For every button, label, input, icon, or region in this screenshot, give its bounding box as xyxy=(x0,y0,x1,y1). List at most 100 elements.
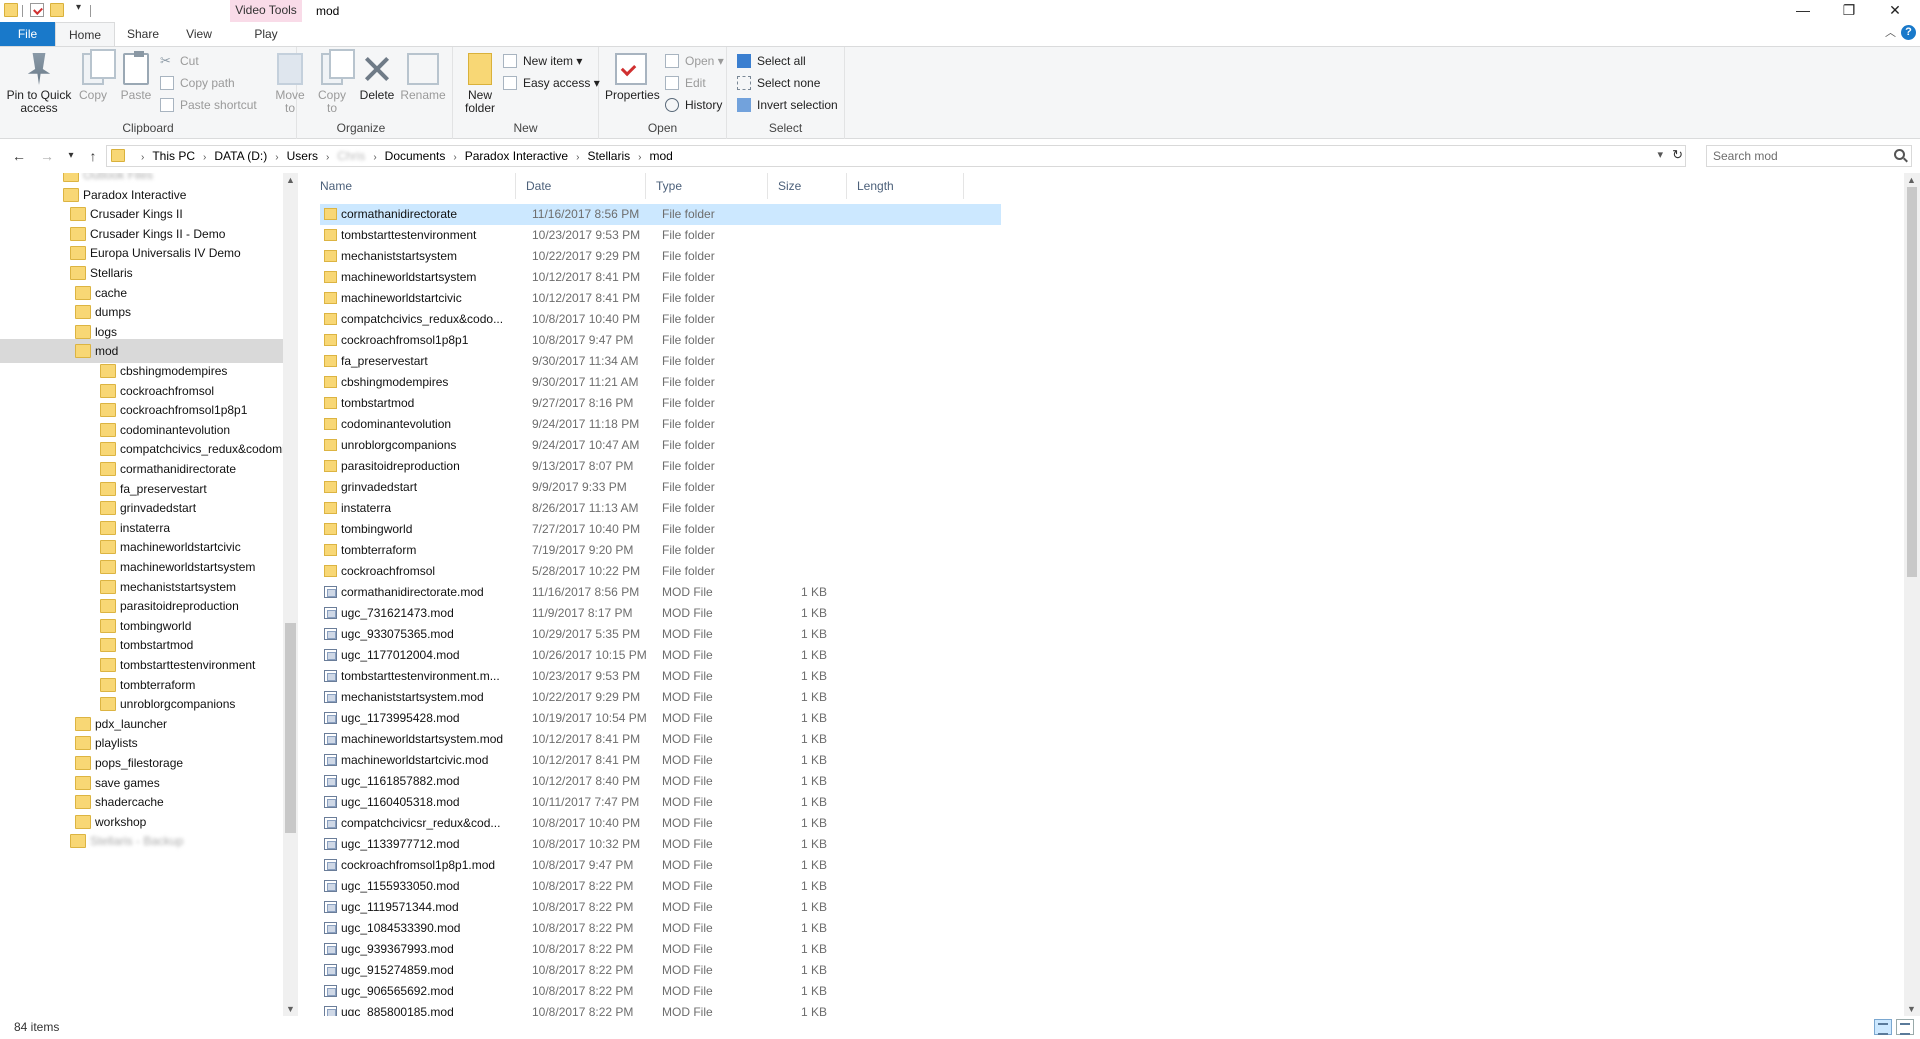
refresh-icon[interactable]: ↻ xyxy=(1672,147,1683,163)
breadcrumb-item[interactable]: Paradox Interactive xyxy=(465,149,568,163)
cut-button[interactable]: ✂ Cut xyxy=(160,51,199,71)
paste-button[interactable]: Paste xyxy=(118,51,154,102)
file-row[interactable]: ugc_731621473.mod 11/9/2017 8:17 PM MOD Fi… xyxy=(320,603,1904,624)
breadcrumb-item[interactable]: Documents xyxy=(385,149,446,163)
file-row[interactable]: cbshingmodempires 9/30/2017 11:21 AM File … xyxy=(320,372,1904,393)
file-list-scrollbar[interactable]: ▲ ▼ xyxy=(1904,173,1920,1016)
copy-button[interactable]: Copy xyxy=(76,49,116,102)
file-row[interactable]: ugc_1160405318.mod 10/11/2017 7:47 PM MOD … xyxy=(320,792,1904,813)
file-row[interactable]: cormathanidirectorate 11/16/2017 8:56 PM F… xyxy=(320,204,1904,225)
help-icon[interactable]: ? xyxy=(1901,25,1916,40)
file-list-scroll-thumb[interactable] xyxy=(1907,187,1917,577)
back-button[interactable]: ← xyxy=(10,147,28,165)
delete-button[interactable]: Delete xyxy=(358,51,396,102)
file-row[interactable]: ugc_1161857882.mod 10/12/2017 8:40 PM MOD … xyxy=(320,771,1904,792)
forward-button[interactable]: → xyxy=(38,147,56,165)
column-header-name[interactable]: Name xyxy=(310,173,516,199)
file-row[interactable]: tombstarttestenvironment.m... 10/23/2017 … xyxy=(320,666,1904,687)
column-header-size[interactable]: Size xyxy=(768,173,847,199)
select-none-button[interactable]: Select none xyxy=(737,73,820,93)
scroll-up-icon[interactable]: ▲ xyxy=(1904,173,1919,187)
tab-share[interactable]: Share xyxy=(115,22,171,46)
file-row[interactable]: cockroachfromsol1p8p1 10/8/2017 9:47 PM Fi… xyxy=(320,330,1904,351)
tab-file[interactable]: File xyxy=(0,22,55,46)
qat-dropdown-icon[interactable]: ▾ xyxy=(76,2,81,13)
file-row[interactable]: codominantevolution 9/24/2017 11:18 PM Fil… xyxy=(320,414,1904,435)
search-box[interactable] xyxy=(1706,145,1912,167)
chevron-right-icon[interactable]: › xyxy=(638,152,641,163)
scroll-down-icon[interactable]: ▼ xyxy=(1904,1002,1919,1016)
file-row[interactable]: cockroachfromsol 5/28/2017 10:22 PM File f… xyxy=(320,561,1904,582)
chevron-right-icon[interactable]: › xyxy=(203,152,206,163)
file-row[interactable]: ugc_1133977712.mod 10/8/2017 10:32 PM MOD … xyxy=(320,834,1904,855)
move-to-button[interactable]: Move to xyxy=(272,51,308,115)
minimize-button[interactable]: — xyxy=(1780,0,1826,22)
pin-to-quick-access-button[interactable]: Pin to Quick access xyxy=(4,51,74,115)
chevron-right-icon[interactable]: › xyxy=(141,152,144,163)
rename-button[interactable]: Rename xyxy=(400,51,446,102)
details-view-icon[interactable] xyxy=(1874,1019,1892,1035)
search-input[interactable] xyxy=(1707,146,1887,166)
new-item-button[interactable]: New item ▾ xyxy=(503,51,582,71)
file-row[interactable]: ugc_885800185.mod 10/8/2017 8:22 PM MOD Fi… xyxy=(320,1002,1904,1016)
file-row[interactable]: ugc_1173995428.mod 10/19/2017 10:54 PM MOD… xyxy=(320,708,1904,729)
file-row[interactable]: ugc_1155933050.mod 10/8/2017 8:22 PM MOD F… xyxy=(320,876,1904,897)
recent-locations-button[interactable]: ▾ xyxy=(62,147,80,165)
tab-home[interactable]: Home xyxy=(55,22,115,47)
paste-shortcut-button[interactable]: Paste shortcut xyxy=(160,95,257,115)
nav-scroll-thumb[interactable] xyxy=(285,623,296,833)
file-row[interactable]: ugc_933075365.mod 10/29/2017 5:35 PM MOD F… xyxy=(320,624,1904,645)
nav-item[interactable]: Stellaris - Backup xyxy=(0,829,283,853)
address-bar[interactable]: › This PC › DATA (D:) › Users › Chris › Documents… xyxy=(106,145,1686,167)
file-row[interactable]: machineworldstartsystem 10/12/2017 8:41 P… xyxy=(320,267,1904,288)
file-row[interactable]: tombstarttestenvironment 10/23/2017 9:53 … xyxy=(320,225,1904,246)
file-row[interactable]: ugc_1119571344.mod 10/8/2017 8:22 PM MOD F… xyxy=(320,897,1904,918)
breadcrumb-item[interactable]: Chris xyxy=(337,149,365,163)
file-row[interactable]: unroblorgcompanions 9/24/2017 10:47 AM Fil… xyxy=(320,435,1904,456)
column-header-type[interactable]: Type xyxy=(646,173,768,199)
chevron-right-icon[interactable]: › xyxy=(275,152,278,163)
open-button[interactable]: Open ▾ xyxy=(665,51,724,71)
breadcrumb-item[interactable]: mod xyxy=(649,149,672,163)
column-header-length[interactable]: Length xyxy=(847,173,964,199)
chevron-right-icon[interactable]: › xyxy=(576,152,579,163)
file-row[interactable]: compatchcivicsr_redux&cod... 10/8/2017 10… xyxy=(320,813,1904,834)
chevron-right-icon[interactable]: › xyxy=(326,152,329,163)
file-row[interactable]: mechaniststartsystem.mod 10/22/2017 9:29 … xyxy=(320,687,1904,708)
breadcrumb-item[interactable]: Stellaris xyxy=(587,149,630,163)
file-row[interactable]: instaterra 8/26/2017 11:13 AM File folder xyxy=(320,498,1904,519)
chevron-right-icon[interactable]: › xyxy=(453,152,456,163)
file-row[interactable]: compatchcivics_redux&codo... 10/8/2017 10… xyxy=(320,309,1904,330)
file-row[interactable]: machineworldstartcivic 10/12/2017 8:41 PM… xyxy=(320,288,1904,309)
file-row[interactable]: mechaniststartsystem 10/22/2017 9:29 PM Fi… xyxy=(320,246,1904,267)
nav-scroll-down-icon[interactable]: ▼ xyxy=(283,1002,298,1016)
file-row[interactable]: cockroachfromsol1p8p1.mod 10/8/2017 9:47 … xyxy=(320,855,1904,876)
tab-view[interactable]: View xyxy=(171,22,227,46)
file-row[interactable]: fa_preservestart 9/30/2017 11:34 AM File f… xyxy=(320,351,1904,372)
collapse-ribbon-icon[interactable]: ︿ xyxy=(1885,24,1896,40)
file-row[interactable]: tombterraform 7/19/2017 9:20 PM File folde… xyxy=(320,540,1904,561)
copy-path-button[interactable]: Copy path xyxy=(160,73,235,93)
select-all-button[interactable]: Select all xyxy=(737,51,806,71)
file-row[interactable]: grinvadedstart 9/9/2017 9:33 PM File folde… xyxy=(320,477,1904,498)
chevron-right-icon[interactable]: › xyxy=(373,152,376,163)
close-button[interactable]: ✕ xyxy=(1872,0,1918,22)
file-row[interactable]: machineworldstartcivic.mod 10/12/2017 8:4… xyxy=(320,750,1904,771)
file-row[interactable]: machineworldstartsystem.mod 10/12/2017 8:… xyxy=(320,729,1904,750)
new-folder-qat-icon[interactable] xyxy=(50,3,64,17)
breadcrumb-item[interactable]: Users xyxy=(287,149,318,163)
invert-selection-button[interactable]: Invert selection xyxy=(737,95,838,115)
file-row[interactable]: cormathanidirectorate.mod 11/16/2017 8:56… xyxy=(320,582,1904,603)
easy-access-button[interactable]: Easy access ▾ xyxy=(503,73,600,93)
up-button[interactable]: ↑ xyxy=(84,147,102,165)
history-button[interactable]: History xyxy=(665,95,722,115)
copy-to-button[interactable]: Copy to xyxy=(314,49,355,115)
file-row[interactable]: parasitoidreproduction 9/13/2017 8:07 PM F… xyxy=(320,456,1904,477)
breadcrumb-item[interactable]: This PC xyxy=(152,149,195,163)
file-row[interactable]: ugc_906565692.mod 10/8/2017 8:22 PM MOD Fi… xyxy=(320,981,1904,1002)
nav-scrollbar[interactable]: ▲ ▼ xyxy=(283,173,298,1016)
new-folder-button[interactable]: New folder xyxy=(459,51,501,115)
address-history-dropdown-icon[interactable]: ▾ xyxy=(1657,148,1663,161)
large-icons-view-icon[interactable] xyxy=(1896,1019,1914,1035)
file-row[interactable]: ugc_939367993.mod 10/8/2017 8:22 PM MOD Fi… xyxy=(320,939,1904,960)
